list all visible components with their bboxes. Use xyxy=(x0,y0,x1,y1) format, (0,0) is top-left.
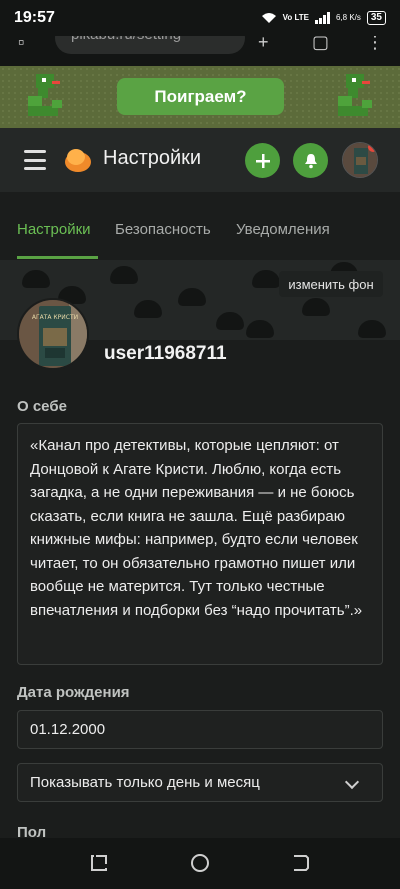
recents-icon[interactable] xyxy=(88,852,110,874)
back-icon[interactable] xyxy=(290,852,312,874)
page-title: Настройки xyxy=(103,147,202,169)
select-value: Показывать только день и месяц xyxy=(30,774,260,791)
add-post-button[interactable] xyxy=(245,143,280,178)
add-tab-icon[interactable]: + xyxy=(258,36,269,53)
settings-tabs: Настройки Безопасность Уведомления xyxy=(0,204,400,260)
signal-icon xyxy=(314,12,330,24)
notification-dot xyxy=(368,143,377,152)
profile-avatar[interactable]: АГАТА КРИСТИ xyxy=(17,298,89,370)
tab-switcher-icon[interactable]: ▢ xyxy=(312,36,329,53)
notifications-button[interactable] xyxy=(293,143,328,178)
tab-settings[interactable]: Настройки xyxy=(17,221,91,238)
active-tab-indicator xyxy=(17,256,98,259)
home-icon[interactable] xyxy=(189,852,211,874)
tabs-icon[interactable]: ▫ xyxy=(18,36,24,53)
username: user11968711 xyxy=(104,343,227,364)
header-avatar[interactable] xyxy=(342,142,378,178)
system-nav-bar xyxy=(0,838,400,889)
about-label: О себе xyxy=(17,398,67,415)
plus-icon xyxy=(255,153,270,168)
status-icons: Vo LTE 6,8 K/s 35 xyxy=(261,11,386,25)
app-header: Настройки xyxy=(0,128,400,192)
network-speed: 6,8 K/s xyxy=(335,13,361,22)
wifi-icon xyxy=(261,13,276,23)
menu-icon[interactable] xyxy=(24,150,46,170)
battery-icon: 35 xyxy=(366,11,386,25)
snake-icon xyxy=(28,74,62,116)
play-button[interactable]: Поиграем? xyxy=(117,78,284,115)
birthday-input[interactable]: 01.12.2000 xyxy=(17,710,383,749)
more-icon[interactable]: ⋮ xyxy=(366,36,384,53)
network-type: Vo LTE xyxy=(282,13,309,22)
about-textarea[interactable]: «Канал про детективы, которые цепляют: о… xyxy=(17,423,383,665)
browser-bar: ▫ pikabu.ru/setting + ▢ ⋮ xyxy=(0,36,400,66)
status-time: 19:57 xyxy=(14,9,55,26)
logo-icon[interactable] xyxy=(62,144,92,174)
status-bar: 19:57 Vo LTE 6,8 K/s 35 xyxy=(0,0,400,36)
book-title: АГАТА КРИСТИ xyxy=(32,314,78,321)
tab-notifications[interactable]: Уведомления xyxy=(236,221,330,238)
chevron-down-icon xyxy=(344,774,360,790)
avatar-image: АГАТА КРИСТИ xyxy=(19,300,87,368)
snake-icon xyxy=(338,74,372,116)
url-field[interactable]: pikabu.ru/setting xyxy=(55,36,245,54)
game-banner: Поиграем? xyxy=(0,66,400,128)
tab-security[interactable]: Безопасность xyxy=(115,221,211,238)
birthday-visibility-select[interactable]: Показывать только день и месяц xyxy=(17,763,383,802)
birthday-label: Дата рождения xyxy=(17,684,130,701)
change-cover-button[interactable]: изменить фон xyxy=(279,271,383,297)
bell-icon xyxy=(304,153,317,168)
